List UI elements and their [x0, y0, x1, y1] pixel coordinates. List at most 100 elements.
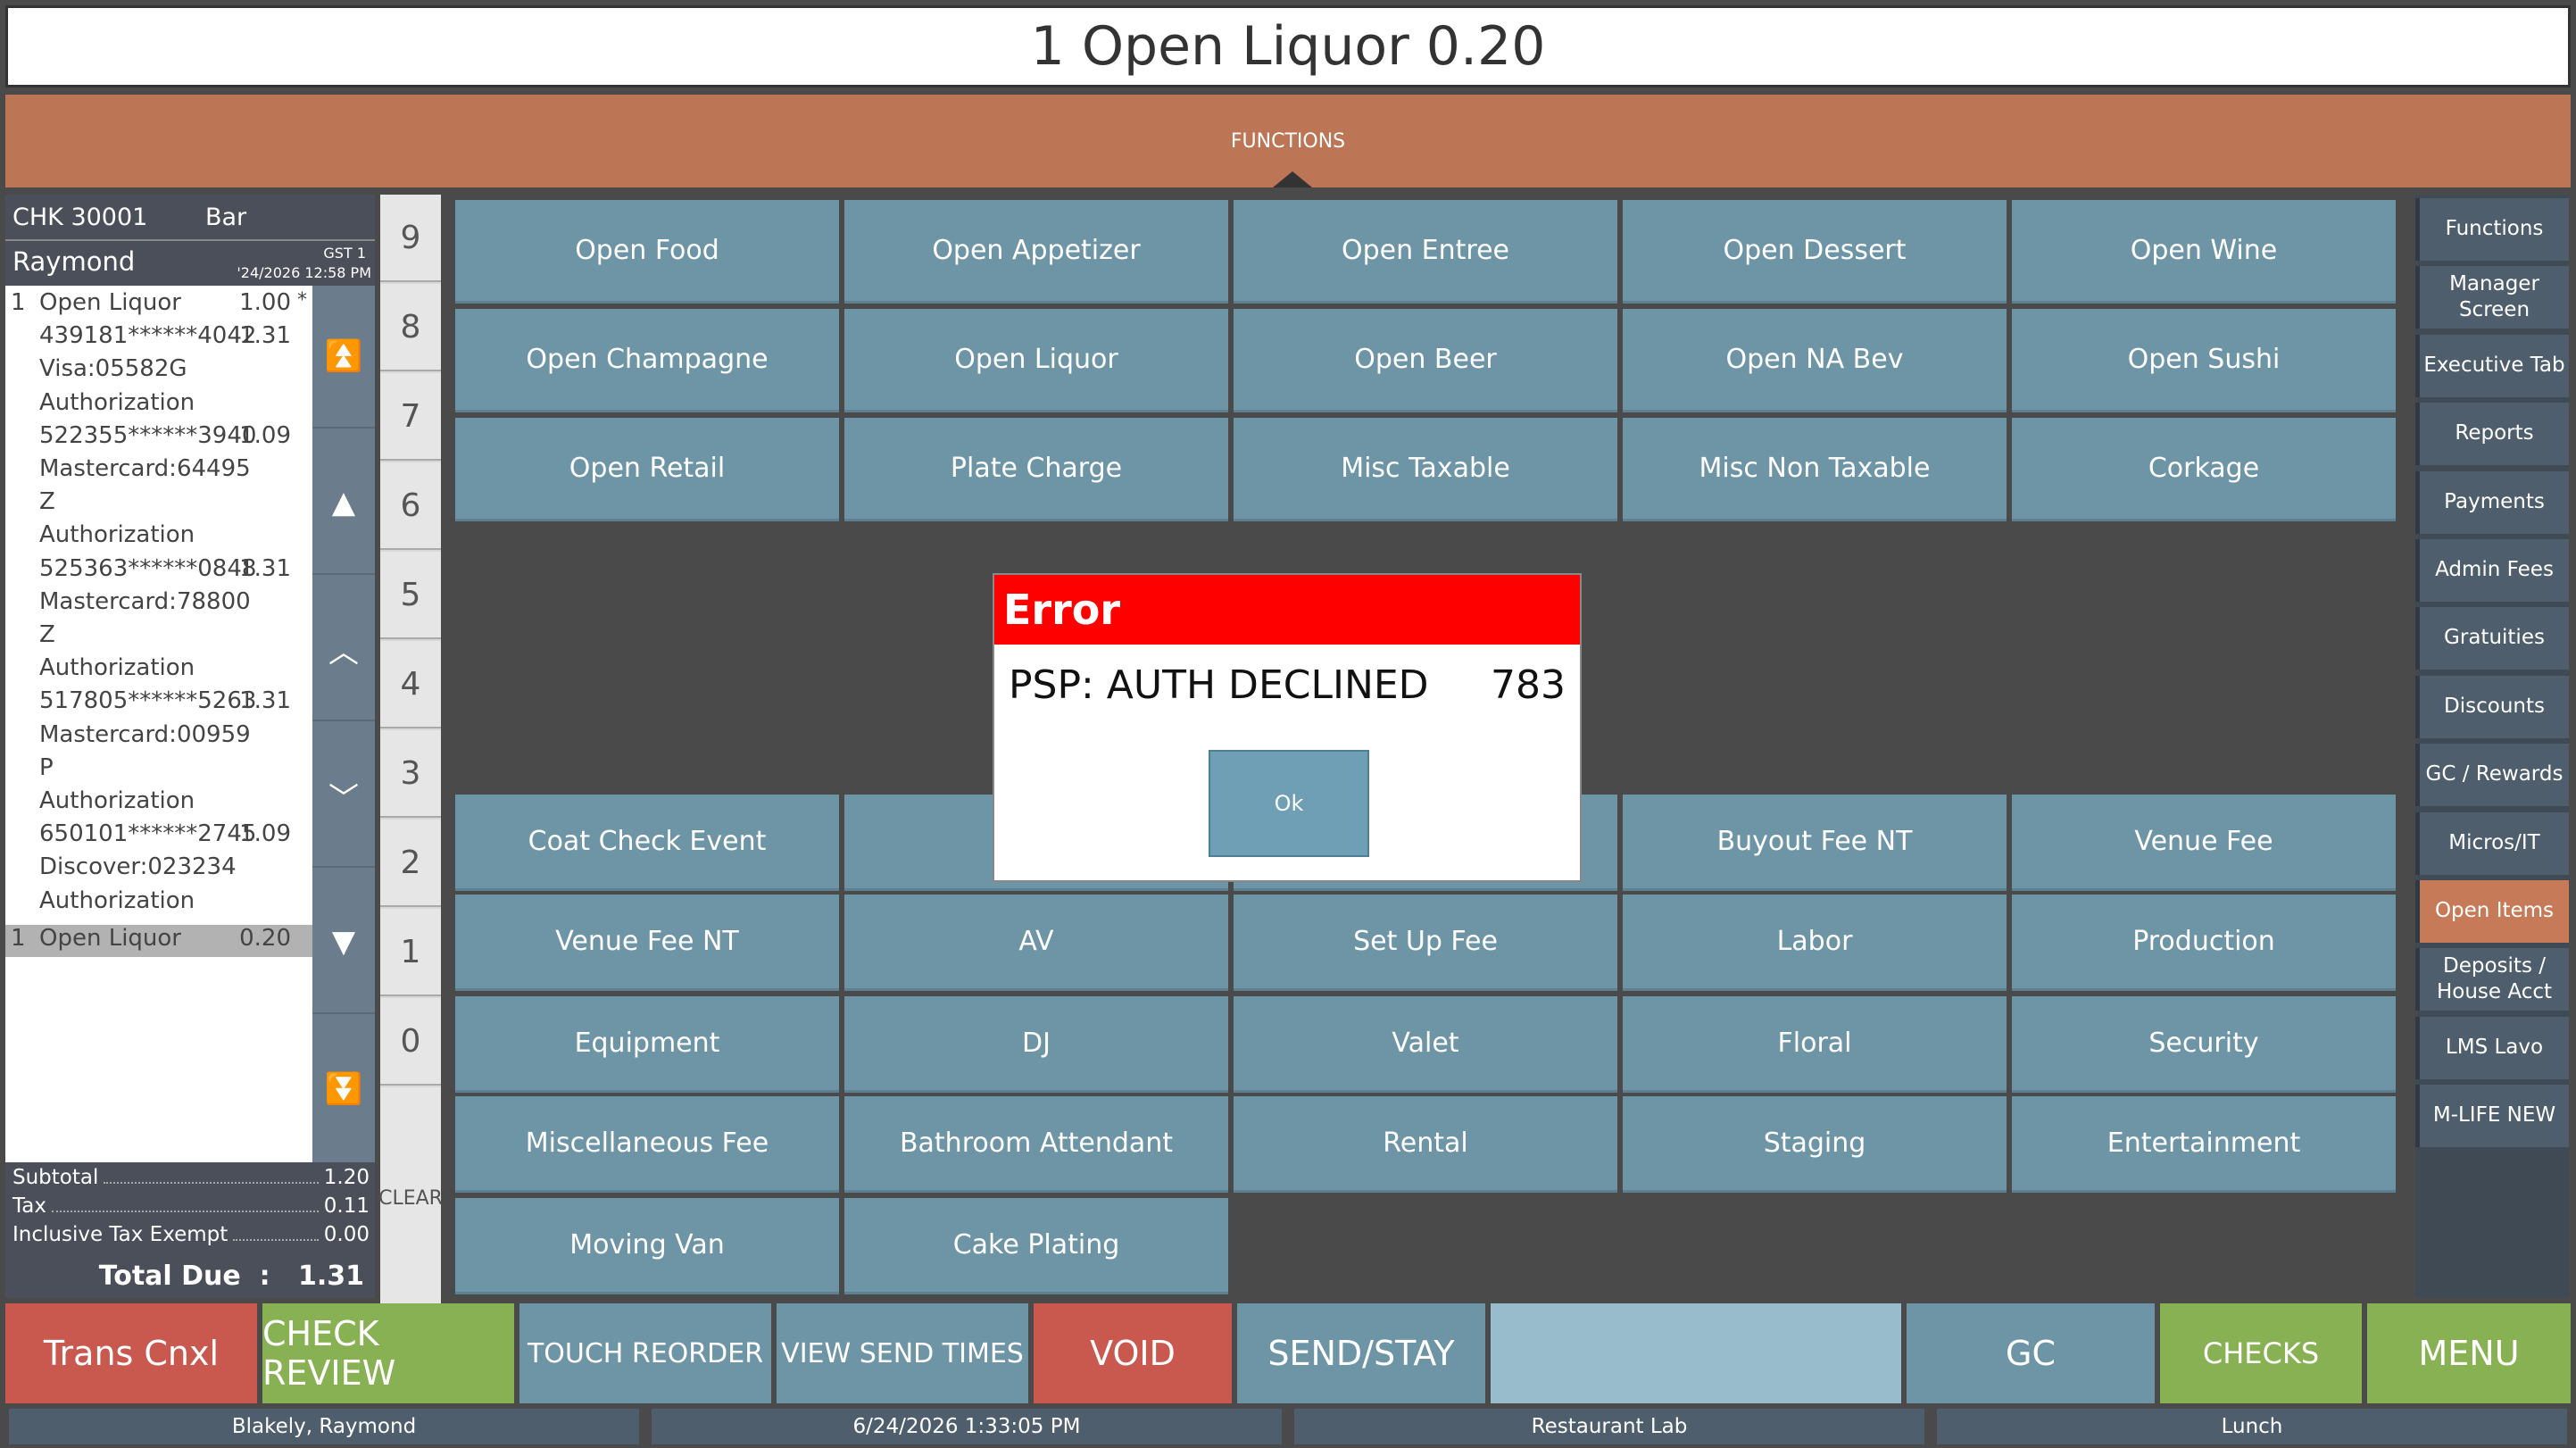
menu-item-open-food[interactable]: Open Food	[455, 200, 839, 304]
check-line-item[interactable]: Authorization	[5, 389, 312, 421]
functions-bar[interactable]: FUNCTIONS	[5, 95, 2571, 187]
action-view-send-times-button[interactable]: VIEW SEND TIMES	[777, 1303, 1028, 1403]
menu-item-venue-fee[interactable]: Venue Fee	[2012, 795, 2396, 891]
menu-item-labor[interactable]: Labor	[1623, 895, 2007, 991]
nav-payments[interactable]: Payments	[2415, 470, 2569, 534]
nav-deposits-house-acct[interactable]: Deposits / House Acct	[2415, 948, 2569, 1011]
check-line-item[interactable]: 650101******2745 1.09	[5, 820, 312, 853]
action-menu-button[interactable]: MENU	[2367, 1303, 2571, 1403]
menu-item-plate-charge[interactable]: Plate Charge	[844, 418, 1228, 521]
action-blank-button[interactable]	[1491, 1303, 1901, 1403]
keypad-4[interactable]: 4	[380, 641, 441, 728]
menu-item-open-na-bev[interactable]: Open NA Bev	[1623, 309, 2007, 412]
check-line-item[interactable]: 439181******4042 1.31	[5, 322, 312, 354]
keypad-5[interactable]: 5	[380, 552, 441, 639]
menu-item-buyout-fee-nt[interactable]: Buyout Fee NT	[1623, 795, 2007, 891]
pointer-icon	[1273, 171, 1312, 187]
check-line-item[interactable]: Mastercard:78800	[5, 588, 312, 620]
menu-item-dj[interactable]: DJ	[844, 996, 1228, 1093]
nav-functions[interactable]: Functions	[2415, 198, 2569, 261]
nav-discounts[interactable]: Discounts	[2415, 675, 2569, 738]
page-up-icon[interactable]: ▲	[312, 432, 375, 575]
keypad-clear[interactable]: CLEAR	[378, 1087, 443, 1311]
check-line-item[interactable]: Visa:05582G	[5, 355, 312, 387]
keypad-0[interactable]: 0	[380, 998, 441, 1086]
menu-item-moving-van[interactable]: Moving Van	[455, 1198, 839, 1294]
nav-admin-fees[interactable]: Admin Fees	[2415, 539, 2569, 602]
menu-item-staging[interactable]: Staging	[1623, 1096, 2007, 1193]
check-line-item[interactable]: Discover:023234	[5, 853, 312, 886]
action-gc-button[interactable]: GC	[1907, 1303, 2155, 1403]
nav-lms-lavo[interactable]: LMS Lavo	[2415, 1016, 2569, 1079]
keypad-7[interactable]: 7	[380, 373, 441, 461]
line-down-icon[interactable]: ﹀	[312, 725, 375, 868]
menu-item-open-liquor[interactable]: Open Liquor	[844, 309, 1228, 412]
menu-item-open-retail[interactable]: Open Retail	[455, 418, 839, 521]
menu-item-entertainment[interactable]: Entertainment	[2012, 1096, 2396, 1193]
keypad-9[interactable]: 9	[380, 195, 441, 282]
action-send-stay-button[interactable]: SEND/STAY	[1237, 1303, 1485, 1403]
menu-item-security[interactable]: Security	[2012, 996, 2396, 1093]
menu-item-set-up-fee[interactable]: Set Up Fee	[1234, 895, 1617, 991]
check-line-item[interactable]: 1 Open Liquor 1.00 *	[5, 289, 312, 321]
menu-item-misc-taxable[interactable]: Misc Taxable	[1234, 418, 1617, 521]
keypad-3[interactable]: 3	[380, 730, 441, 818]
check-line-item[interactable]: 522355******3940 1.09	[5, 422, 312, 454]
check-line-item[interactable]: 1 Open Liquor 0.20	[5, 925, 312, 957]
check-detail-list[interactable]: 1 Open Liquor 1.00 * 439181******4042 1.31 Vis…	[5, 286, 312, 1162]
nav-micros-it[interactable]: Micros/IT	[2415, 811, 2569, 875]
check-line-item[interactable]: Authorization	[5, 787, 312, 820]
nav-gratuities[interactable]: Gratuities	[2415, 607, 2569, 670]
nav-manager-screen[interactable]: Manager Screen	[2415, 266, 2569, 329]
nav-gc-rewards[interactable]: GC / Rewards	[2415, 744, 2569, 807]
menu-item-open-entree[interactable]: Open Entree	[1234, 200, 1617, 304]
check-line-item[interactable]: P	[5, 754, 312, 786]
action-touch-reorder-button[interactable]: TOUCH REORDER	[519, 1303, 771, 1403]
menu-item-corkage[interactable]: Corkage	[2012, 418, 2396, 521]
action-trans-cnxl-button[interactable]: Trans Cnxl	[5, 1303, 257, 1403]
menu-item-misc-non-taxable[interactable]: Misc Non Taxable	[1623, 418, 2007, 521]
menu-item-open-champagne[interactable]: Open Champagne	[455, 309, 839, 412]
check-line-item[interactable]: Mastercard:64495	[5, 455, 312, 487]
action-checks-button[interactable]: CHECKS	[2160, 1303, 2362, 1403]
scroll-top-icon[interactable]: ⏫	[312, 286, 375, 429]
nav-executive-tab[interactable]: Executive Tab	[2415, 334, 2569, 397]
page-down-icon[interactable]: ▼	[312, 871, 375, 1014]
nav-m-life-new[interactable]: M-LIFE NEW	[2415, 1085, 2569, 1148]
check-line-item[interactable]: Authorization	[5, 887, 312, 920]
ok-button[interactable]: Ok	[1209, 750, 1369, 857]
check-line-item[interactable]: 525363******0848 1.31	[5, 555, 312, 587]
keypad-1[interactable]: 1	[380, 909, 441, 996]
menu-item-open-wine[interactable]: Open Wine	[2012, 200, 2396, 304]
menu-item-venue-fee-nt[interactable]: Venue Fee NT	[455, 895, 839, 991]
menu-item-cake-plating[interactable]: Cake Plating	[844, 1198, 1228, 1294]
menu-item-open-beer[interactable]: Open Beer	[1234, 309, 1617, 412]
menu-item-floral[interactable]: Floral	[1623, 996, 2007, 1093]
menu-item-production[interactable]: Production	[2012, 895, 2396, 991]
menu-item-open-appetizer[interactable]: Open Appetizer	[844, 200, 1228, 304]
menu-item-bathroom-attendant[interactable]: Bathroom Attendant	[844, 1096, 1228, 1193]
nav-reports[interactable]: Reports	[2415, 403, 2569, 466]
menu-item-equipment[interactable]: Equipment	[455, 996, 839, 1093]
action-check-review-button[interactable]: CHECK REVIEW	[262, 1303, 514, 1403]
check-line-item[interactable]: 517805******5263 1.31	[5, 687, 312, 720]
menu-item-coat-check-event[interactable]: Coat Check Event	[455, 795, 839, 891]
menu-item-miscellaneous-fee[interactable]: Miscellaneous Fee	[455, 1096, 839, 1193]
nav-open-items[interactable]: Open Items	[2415, 880, 2569, 943]
check-line-item[interactable]: Z	[5, 621, 312, 653]
check-line-item[interactable]: Z	[5, 488, 312, 520]
menu-item-open-dessert[interactable]: Open Dessert	[1623, 200, 2007, 304]
keypad-6[interactable]: 6	[380, 462, 441, 550]
action-void-button[interactable]: VOID	[1034, 1303, 1232, 1403]
menu-item-av[interactable]: AV	[844, 895, 1228, 991]
line-up-icon[interactable]: ︿	[312, 578, 375, 721]
keypad-8[interactable]: 8	[380, 284, 441, 371]
check-line-item[interactable]: Mastercard:00959	[5, 721, 312, 753]
menu-item-rental[interactable]: Rental	[1234, 1096, 1617, 1193]
scroll-bottom-icon[interactable]: ⏬	[312, 1018, 375, 1161]
check-line-item[interactable]: Authorization	[5, 654, 312, 687]
menu-item-open-sushi[interactable]: Open Sushi	[2012, 309, 2396, 412]
check-line-item[interactable]: Authorization	[5, 521, 312, 553]
keypad-2[interactable]: 2	[380, 820, 441, 907]
menu-item-valet[interactable]: Valet	[1234, 996, 1617, 1093]
